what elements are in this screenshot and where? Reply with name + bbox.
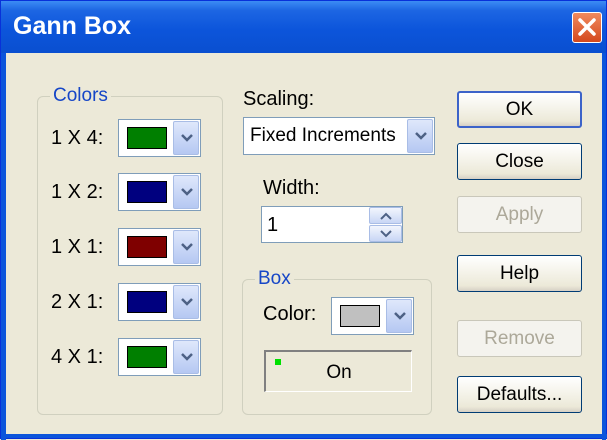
color-swatch: [127, 181, 167, 203]
box-legend: Box: [255, 268, 294, 290]
apply-button[interactable]: Apply: [457, 196, 582, 233]
close-button[interactable]: Close: [457, 143, 582, 180]
box-color-picker[interactable]: [331, 297, 414, 335]
box-status-text: On: [326, 362, 352, 383]
chevron-down-icon: [415, 132, 427, 140]
close-icon: [578, 18, 596, 36]
arrow-up-icon: [380, 212, 392, 220]
color-dropdown-button[interactable]: [173, 230, 199, 264]
color-row-label: 1 X 2:: [51, 181, 104, 203]
scaling-select[interactable]: Fixed Increments: [243, 117, 435, 155]
color-row-label: 2 X 1:: [51, 291, 104, 313]
color-picker[interactable]: [118, 283, 201, 321]
chevron-down-icon: [181, 134, 193, 142]
title-bar[interactable]: Gann Box: [1, 1, 606, 53]
scaling-selected-value: Fixed Increments: [250, 125, 396, 146]
color-dropdown-button[interactable]: [173, 340, 199, 374]
chevron-down-icon: [181, 243, 193, 251]
scaling-label: Scaling:: [243, 88, 315, 110]
color-picker[interactable]: [118, 228, 201, 266]
color-dropdown-button[interactable]: [173, 285, 199, 319]
color-row-label: 4 X 1:: [51, 346, 104, 368]
scaling-dropdown-button[interactable]: [407, 119, 433, 153]
chevron-down-icon: [394, 312, 406, 320]
color-swatch: [127, 346, 167, 368]
color-row-label: 1 X 4:: [51, 127, 104, 149]
chevron-down-icon: [181, 298, 193, 306]
color-picker[interactable]: [118, 119, 201, 157]
color-swatch: [127, 127, 167, 149]
width-spinner[interactable]: [369, 207, 402, 242]
width-value: 1: [267, 214, 279, 236]
color-swatch: [127, 236, 167, 258]
defaults-button[interactable]: Defaults...: [457, 376, 582, 413]
box-color-dropdown-button[interactable]: [386, 299, 412, 333]
help-button[interactable]: Help: [457, 255, 582, 292]
box-color-label: Color:: [263, 303, 317, 325]
gann-box-dialog: Gann Box Colors 1 X 4: 1 X 2: 1 X 1: 2 X 1:…: [0, 0, 607, 440]
width-label: Width:: [263, 177, 320, 199]
arrow-down-icon: [380, 230, 392, 238]
remove-button[interactable]: Remove: [457, 320, 582, 357]
window-title: Gann Box: [13, 12, 132, 40]
width-spin-up-button[interactable]: [369, 207, 402, 224]
ok-button[interactable]: OK: [457, 91, 582, 128]
color-dropdown-button[interactable]: [173, 121, 199, 155]
box-color-swatch: [340, 305, 380, 327]
chevron-down-icon: [181, 188, 193, 196]
chevron-down-icon: [181, 353, 193, 361]
color-row-label: 1 X 1:: [51, 236, 104, 258]
box-status-indicator: On: [264, 350, 412, 392]
color-swatch: [127, 291, 167, 313]
colors-legend: Colors: [50, 85, 111, 107]
window-close-button[interactable]: [572, 12, 602, 43]
color-picker[interactable]: [118, 173, 201, 211]
color-picker[interactable]: [118, 338, 201, 376]
width-spin-down-button[interactable]: [369, 225, 402, 242]
color-dropdown-button[interactable]: [173, 175, 199, 209]
